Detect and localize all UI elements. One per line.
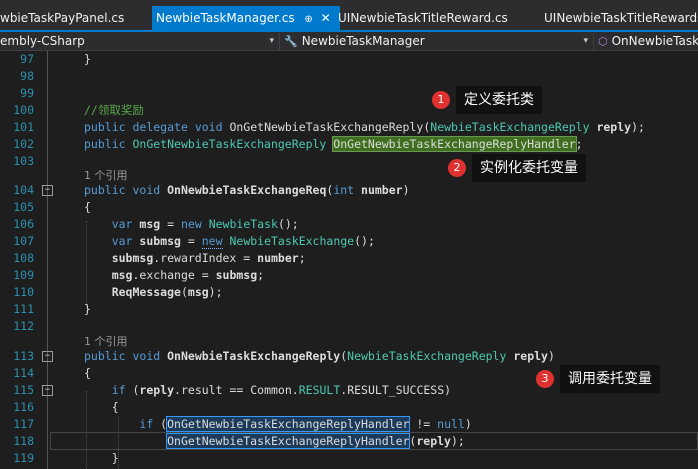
annotation-badge: 1 [432, 91, 450, 109]
line-number: 99 [20, 86, 34, 100]
annotation-label: 定义委托类 [456, 86, 542, 114]
code-text: { [84, 200, 91, 214]
comment: //领取奖励 [84, 103, 144, 117]
tab-label: UINewbieTaskTitleReward.cs [338, 11, 508, 25]
line-number: 116 [13, 400, 34, 414]
code-text: } [84, 302, 91, 316]
code-line: 100 //领取奖励 [0, 102, 698, 119]
line-number: 109 [13, 268, 34, 282]
code-line: 111 } [0, 301, 698, 318]
code-text: } [84, 52, 91, 66]
tab-label: UINewbieTaskTitleRewards.cs [544, 11, 698, 25]
code-line: 98 [0, 68, 698, 85]
code-line: 101 public delegate void OnGetNewbieTask… [0, 119, 698, 136]
line-number: 113 [13, 349, 34, 363]
line-number: 97 [20, 52, 34, 66]
project-label: embly-CSharp [0, 34, 85, 48]
line-number: 111 [13, 302, 34, 316]
code-line: 102 public OnGetNewbieTaskExchangeReply … [0, 136, 698, 153]
code-line: 104 − public void OnNewbieTaskExchangeRe… [0, 182, 698, 199]
code-line: 99 [0, 85, 698, 102]
code-text: public void OnNewbieTaskExchangeReq(int … [84, 183, 410, 197]
chevron-down-icon: ▾ [583, 36, 588, 46]
code-text: public void OnNewbieTaskExchangeReply(Ne… [84, 349, 555, 363]
code-line: 116 { [0, 399, 698, 416]
code-line: 105 { [0, 199, 698, 216]
member-dropdown[interactable]: ⬡ OnNewbieTask [598, 33, 698, 50]
line-number: 107 [13, 234, 34, 248]
handler-reference: OnGetNewbieTaskExchangeReplyHandler [166, 416, 411, 432]
line-number: 100 [13, 103, 34, 117]
code-text: ReqMessage(msg); [111, 285, 223, 299]
annotation-badge: 2 [448, 159, 466, 177]
code-text: var submsg = new NewbieTaskExchange(); [111, 234, 375, 249]
tab-newbie-task-pay-panel[interactable]: wbieTaskPayPanel.cs [0, 7, 146, 30]
annotation-label: 实例化委托变量 [472, 154, 586, 182]
line-number: 104 [13, 183, 34, 197]
code-line: 119 } [0, 450, 698, 467]
tab-label: NewbieTaskManager.cs [156, 11, 295, 25]
handler-invocation: OnGetNewbieTaskExchangeReplyHandler [166, 433, 411, 449]
code-text: var msg = new NewbieTask(); [111, 217, 299, 231]
tab-newbie-task-manager[interactable]: NewbieTaskManager.cs ⊕ ✕ [152, 6, 340, 30]
code-text: } [84, 451, 119, 465]
class-label: NewbieTaskManager [301, 34, 425, 48]
code-text: msg.exchange = submsg; [111, 268, 265, 282]
code-line: 118 OnGetNewbieTaskExchangeReplyHandler(… [0, 433, 698, 450]
code-text: if (OnGetNewbieTaskExchangeReplyHandler … [139, 416, 472, 432]
line-number: 110 [13, 285, 34, 299]
code-line: 97 } [0, 51, 698, 68]
tab-bar: wbieTaskPayPanel.cs NewbieTaskManager.cs… [0, 0, 698, 30]
member-label: OnNewbieTask [611, 34, 698, 48]
line-number: 108 [13, 251, 34, 265]
code-text: if (reply.result == Common.RESULT.RESULT… [111, 383, 452, 397]
code-text: { [84, 366, 91, 380]
line-number: 105 [13, 200, 34, 214]
line-number: 119 [13, 451, 34, 465]
line-number: 102 [13, 137, 34, 151]
class-icon: 🔧 [284, 35, 298, 48]
class-dropdown[interactable]: 🔧 NewbieTaskManager ▾ [284, 33, 592, 50]
code-line: 107 var submsg = new NewbieTaskExchange(… [0, 233, 698, 250]
handler-declaration: OnGetNewbieTaskExchangeReplyHandler [332, 136, 577, 152]
code-line: 110 ReqMessage(msg); [0, 284, 698, 301]
code-text: submsg.rewardIndex = number; [111, 251, 306, 265]
line-number: 118 [13, 434, 34, 448]
line-number: 117 [13, 417, 34, 431]
annotation-badge: 3 [536, 370, 554, 388]
collapse-icon[interactable]: − [42, 351, 53, 362]
code-text: { [84, 400, 119, 414]
close-icon[interactable]: ✕ [321, 11, 331, 25]
code-text: OnGetNewbieTaskExchangeReplyHandler(repl… [166, 433, 465, 449]
annotation-label: 调用委托变量 [560, 365, 660, 393]
code-line: 108 submsg.rewardIndex = number; [0, 250, 698, 267]
project-dropdown[interactable]: embly-CSharp ▾ [0, 33, 278, 50]
divider [593, 33, 594, 50]
code-line: 117 if (OnGetNewbieTaskExchangeReplyHand… [0, 416, 698, 433]
line-number: 101 [13, 120, 34, 134]
line-number: 115 [13, 383, 34, 397]
code-text: public OnGetNewbieTaskExchangeReply OnGe… [84, 136, 583, 152]
line-number: 106 [13, 217, 34, 231]
code-line: 106 var msg = new NewbieTask(); [0, 216, 698, 233]
code-line: 109 msg.exchange = submsg; [0, 267, 698, 284]
chevron-down-icon: ▾ [269, 36, 274, 46]
collapse-icon[interactable]: − [42, 185, 53, 196]
divider [279, 33, 280, 50]
tab-label: wbieTaskPayPanel.cs [0, 11, 125, 25]
method-icon: ⬡ [598, 35, 608, 48]
pin-icon[interactable]: ⊕ [304, 14, 312, 25]
line-number: 98 [20, 69, 34, 83]
line-number: 114 [13, 366, 34, 380]
code-editor[interactable]: 97 } 98 99 100 //领取奖励 101 public delegat… [0, 51, 698, 469]
code-text: public delegate void OnGetNewbieTaskExch… [84, 120, 645, 134]
tab-ui-newbie-task-title-reward[interactable]: UINewbieTaskTitleReward.cs [338, 7, 538, 30]
code-line: 113 − public void OnNewbieTaskExchangeRe… [0, 348, 698, 365]
collapse-icon[interactable]: − [42, 385, 53, 396]
navigation-bar: embly-CSharp ▾ 🔧 NewbieTaskManager ▾ ⬡ OnN… [0, 32, 698, 51]
tab-ui-newbie-task-title-rewards[interactable]: UINewbieTaskTitleRewards.cs [544, 7, 698, 30]
